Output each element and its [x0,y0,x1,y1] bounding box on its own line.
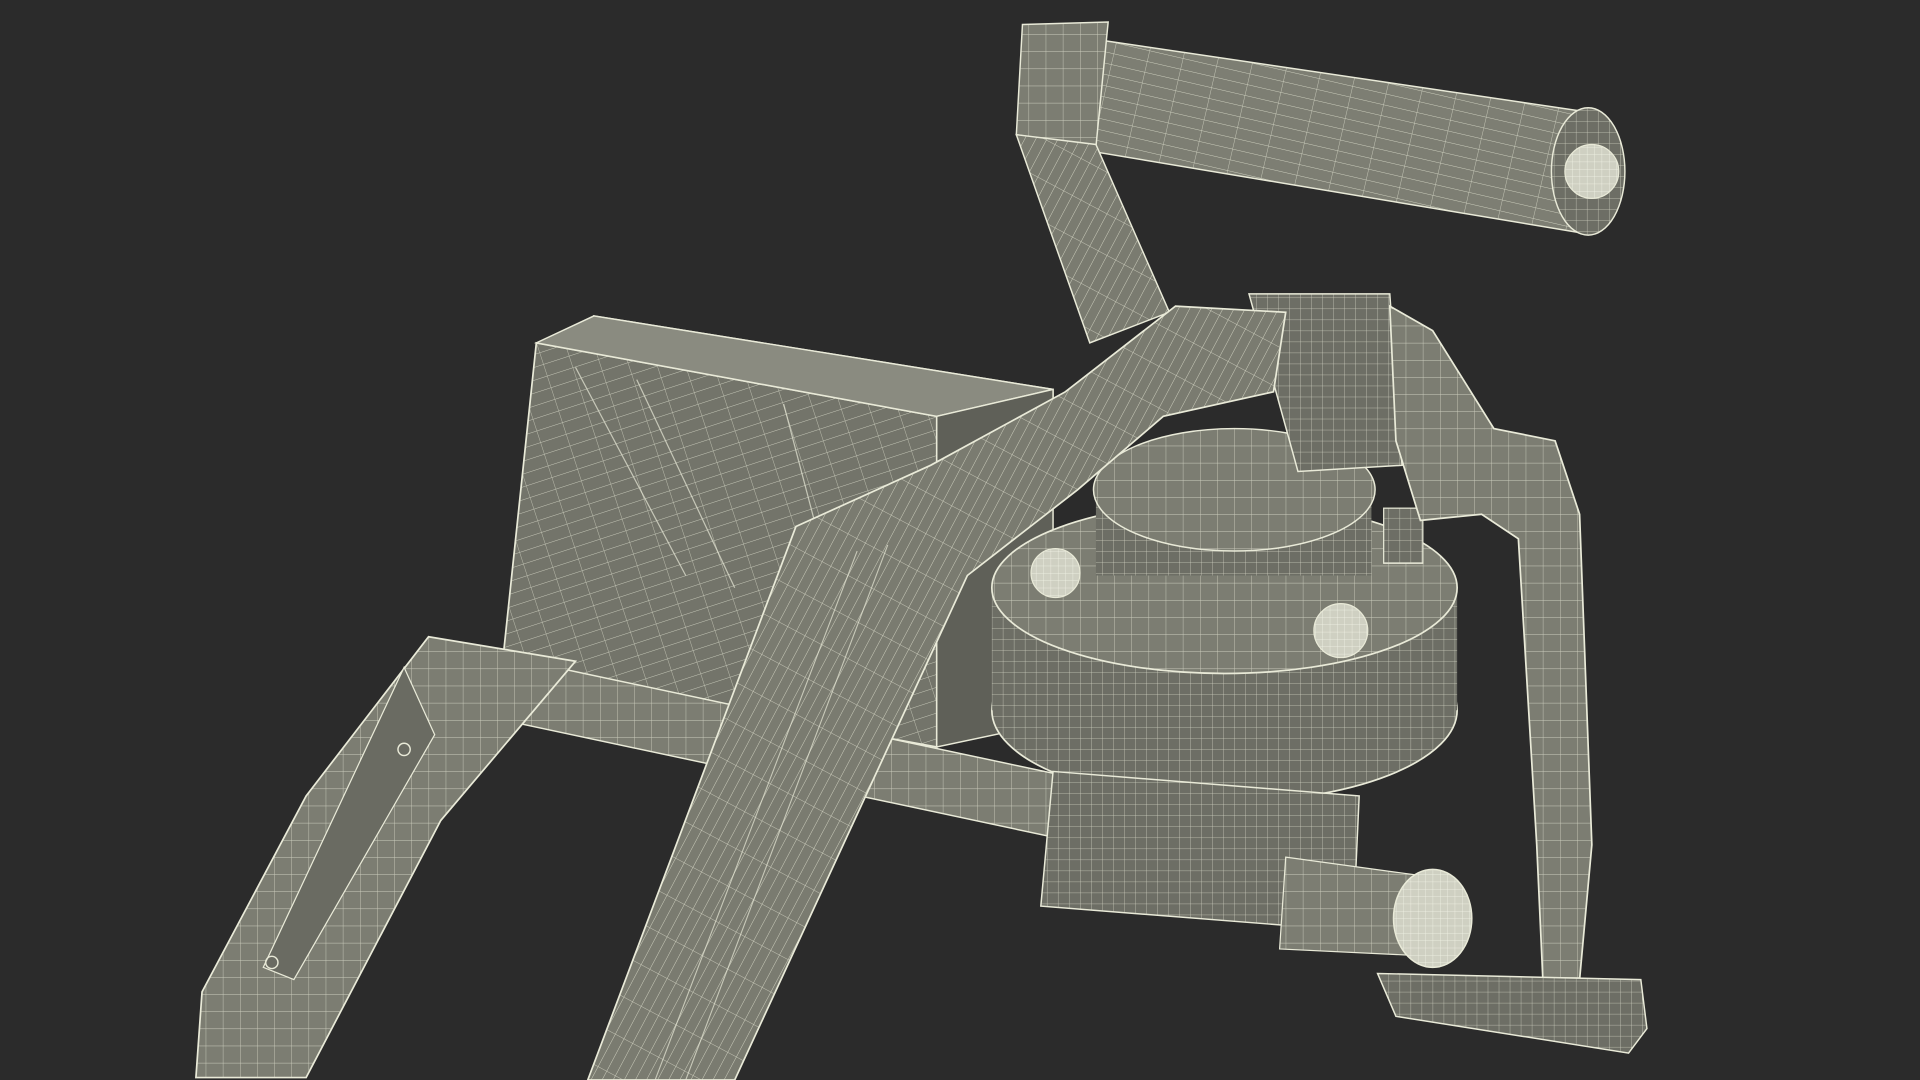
shoulder-bracket [194,635,578,1079]
handle-riser-arm [1015,133,1171,344]
base-bowl [1040,770,1473,969]
wireframe-render-viewport [0,0,1920,1080]
wireframe-model-render [194,21,1648,1080]
